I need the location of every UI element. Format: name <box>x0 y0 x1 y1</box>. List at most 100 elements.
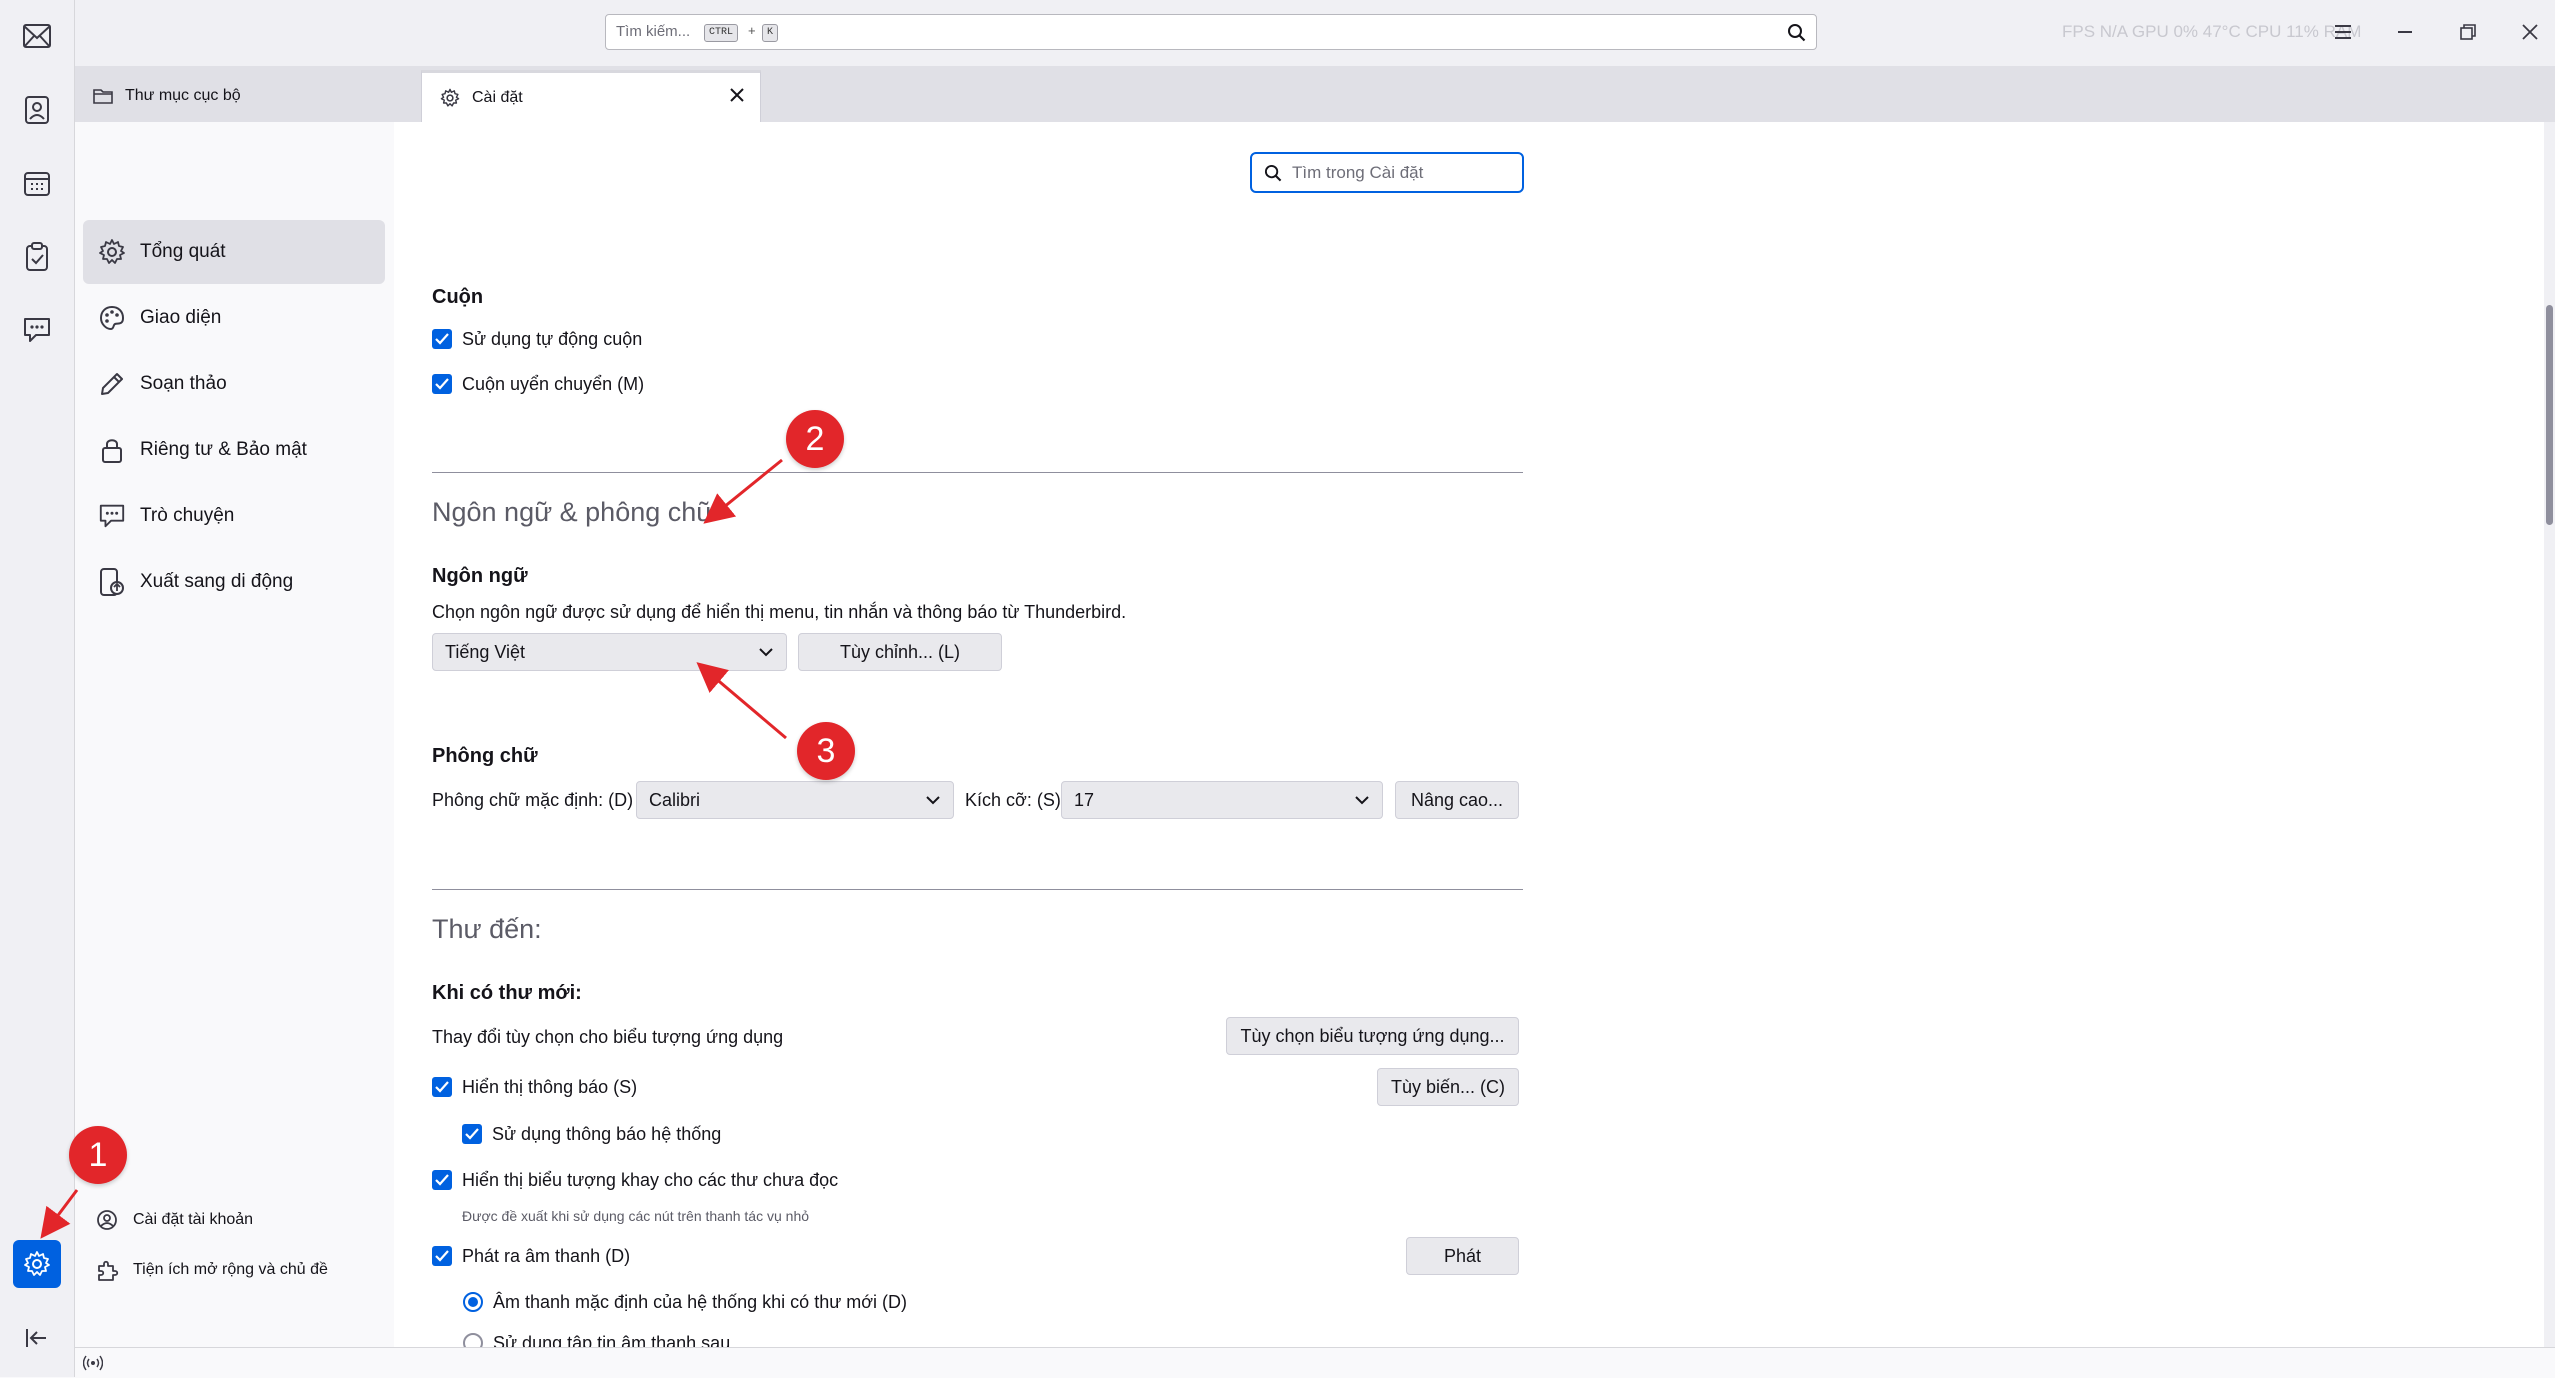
default-font-label: Phông chữ mặc định: (D) <box>432 790 634 810</box>
nav-item-label: Riêng tư & Bảo mật <box>140 439 307 460</box>
language-select-value: Tiếng Việt <box>445 641 526 662</box>
chat-icon[interactable] <box>13 306 61 354</box>
nav-item-chat[interactable]: Trò chuyện <box>83 484 385 548</box>
account-settings-link[interactable]: Cài đặt tài khoản <box>95 1208 253 1232</box>
language-select[interactable]: Tiếng Việt <box>432 633 787 671</box>
language-description: Chọn ngôn ngữ được sử dụng để hiển thị m… <box>432 602 1127 622</box>
checkmark-icon <box>465 1128 479 1140</box>
tab-label: Thư mục cục bộ <box>125 87 241 104</box>
tab-local-folders[interactable]: Thư mục cục bộ <box>75 70 415 122</box>
nav-item-general[interactable]: Tổng quát <box>83 220 385 284</box>
play-sound-button[interactable]: Phát <box>1406 1237 1519 1275</box>
gear-icon <box>440 88 460 108</box>
autoscroll-checkbox[interactable] <box>432 329 452 349</box>
minimize-icon[interactable] <box>2398 31 2412 33</box>
performance-overlay: FPS N/A GPU 0% 47°C CPU 11% RAM <box>2062 22 2362 41</box>
tab-label: Cài đặt <box>472 88 523 106</box>
folder-icon <box>93 88 113 104</box>
play-sound-checkbox[interactable] <box>432 1246 452 1266</box>
settings-gear-icon[interactable] <box>13 1240 61 1288</box>
global-search-input[interactable]: Tìm kiếm... CTRL + K <box>605 14 1817 50</box>
scrolling-heading: Cuộn <box>432 286 484 308</box>
font-size-label: Kích cỡ: (S) <box>965 790 1061 810</box>
mobile-export-icon <box>98 567 126 597</box>
checkmark-icon <box>435 1081 449 1093</box>
checkmark-icon <box>435 1174 449 1186</box>
autoscroll-label: Sử dụng tự động cuộn <box>462 329 643 349</box>
shortcut-ctrl-key: CTRL <box>704 24 739 42</box>
app-icon-options-button[interactable]: Tùy chọn biểu tượng ứng dụng... <box>1226 1017 1519 1055</box>
chevron-down-icon <box>1355 796 1369 805</box>
fonts-heading: Phông chữ <box>432 745 538 767</box>
account-settings-label: Cài đặt tài khoản <box>133 1211 254 1228</box>
default-font-select[interactable]: Calibri <box>636 781 954 819</box>
online-status-icon[interactable] <box>83 1355 103 1371</box>
tray-icon-hint: Được đề xuất khi sử dụng các nút trên th… <box>462 1208 810 1224</box>
account-settings-icon <box>95 1208 119 1232</box>
search-icon <box>1264 164 1282 181</box>
addons-themes-label: Tiện ích mở rộng và chủ đề <box>133 1261 328 1278</box>
default-sound-radio[interactable] <box>463 1292 483 1312</box>
chevron-down-icon <box>759 648 773 657</box>
nav-item-export-mobile[interactable]: Xuất sang di động <box>83 550 385 614</box>
font-size-value: 17 <box>1074 789 1095 810</box>
section-divider <box>432 472 1523 473</box>
font-size-select[interactable]: 17 <box>1061 781 1383 819</box>
nav-item-label: Tổng quát <box>140 241 226 262</box>
tab-settings[interactable]: Cài đặt <box>421 70 761 122</box>
app-icon-description: Thay đổi tùy chọn cho biểu tượng ứng dụn… <box>432 1027 784 1047</box>
system-notification-checkbox[interactable] <box>462 1124 482 1144</box>
settings-search-input[interactable]: Tìm trong Cài đặt <box>1250 152 1524 193</box>
settings-content <box>394 122 2544 1347</box>
palette-icon <box>98 304 126 332</box>
nav-item-privacy-security[interactable]: Riêng tư & Bảo mật <box>83 418 385 482</box>
shortcut-k-key: K <box>762 24 779 42</box>
language-fonts-heading: Ngôn ngữ & phông chữ <box>432 497 715 527</box>
puzzle-piece-icon <box>95 1258 119 1282</box>
language-customize-button[interactable]: Tùy chỉnh... (L) <box>798 633 1002 671</box>
annotation-badge-2: 2 <box>786 410 844 468</box>
show-alert-checkbox[interactable] <box>432 1077 452 1097</box>
lock-icon <box>98 436 126 464</box>
search-icon[interactable] <box>1787 23 1806 42</box>
checkmark-icon <box>435 333 449 345</box>
default-font-value: Calibri <box>649 789 701 810</box>
checkmark-icon <box>435 1250 449 1262</box>
chevron-down-icon <box>926 796 940 805</box>
settings-search-placeholder: Tìm trong Cài đặt <box>1292 162 1424 182</box>
calendar-icon[interactable] <box>13 160 61 208</box>
shortcut-plus: + <box>748 23 756 38</box>
tasks-icon[interactable] <box>13 233 61 281</box>
nav-item-composition[interactable]: Soạn thảo <box>83 352 385 416</box>
advanced-fonts-button[interactable]: Nâng cao... <box>1395 781 1519 819</box>
nav-item-label: Giao diện <box>140 307 222 328</box>
app-menu-icon[interactable] <box>2334 24 2352 40</box>
checkmark-icon <box>435 378 449 390</box>
addons-themes-link[interactable]: Tiện ích mở rộng và chủ đề <box>95 1258 328 1282</box>
language-heading: Ngôn ngữ <box>432 565 528 587</box>
mail-icon[interactable] <box>13 12 61 60</box>
play-sound-label: Phát ra âm thanh (D) <box>462 1246 631 1266</box>
when-new-mail-heading: Khi có thư mới: <box>432 982 582 1004</box>
scrollbar-thumb[interactable] <box>2546 305 2553 525</box>
smooth-scroll-label: Cuộn uyển chuyển (M) <box>462 374 645 394</box>
restore-icon[interactable] <box>2460 24 2476 40</box>
collapse-toolbar-icon[interactable] <box>13 1314 61 1362</box>
customize-alert-button[interactable]: Tùy biến... (C) <box>1377 1068 1519 1106</box>
close-tab-icon[interactable] <box>728 86 746 104</box>
annotation-badge-1: 1 <box>69 1126 127 1184</box>
tray-icon-checkbox[interactable] <box>432 1170 452 1190</box>
status-bar <box>75 1347 2555 1378</box>
global-search-placeholder: Tìm kiếm... <box>616 23 691 40</box>
pencil-icon <box>98 370 126 398</box>
smooth-scroll-checkbox[interactable] <box>432 374 452 394</box>
nav-item-appearance[interactable]: Giao diện <box>83 286 385 350</box>
address-book-icon[interactable] <box>13 86 61 134</box>
default-sound-label: Âm thanh mặc định của hệ thống khi có th… <box>493 1292 908 1312</box>
nav-item-label: Xuất sang di động <box>140 571 294 592</box>
nav-item-label: Soạn thảo <box>140 373 227 394</box>
system-notification-label: Sử dụng thông báo hệ thống <box>492 1124 722 1144</box>
chat-bubble-icon <box>98 502 126 530</box>
tray-icon-label: Hiển thị biểu tượng khay cho các thư chư… <box>462 1170 839 1190</box>
close-window-icon[interactable] <box>2522 24 2538 40</box>
